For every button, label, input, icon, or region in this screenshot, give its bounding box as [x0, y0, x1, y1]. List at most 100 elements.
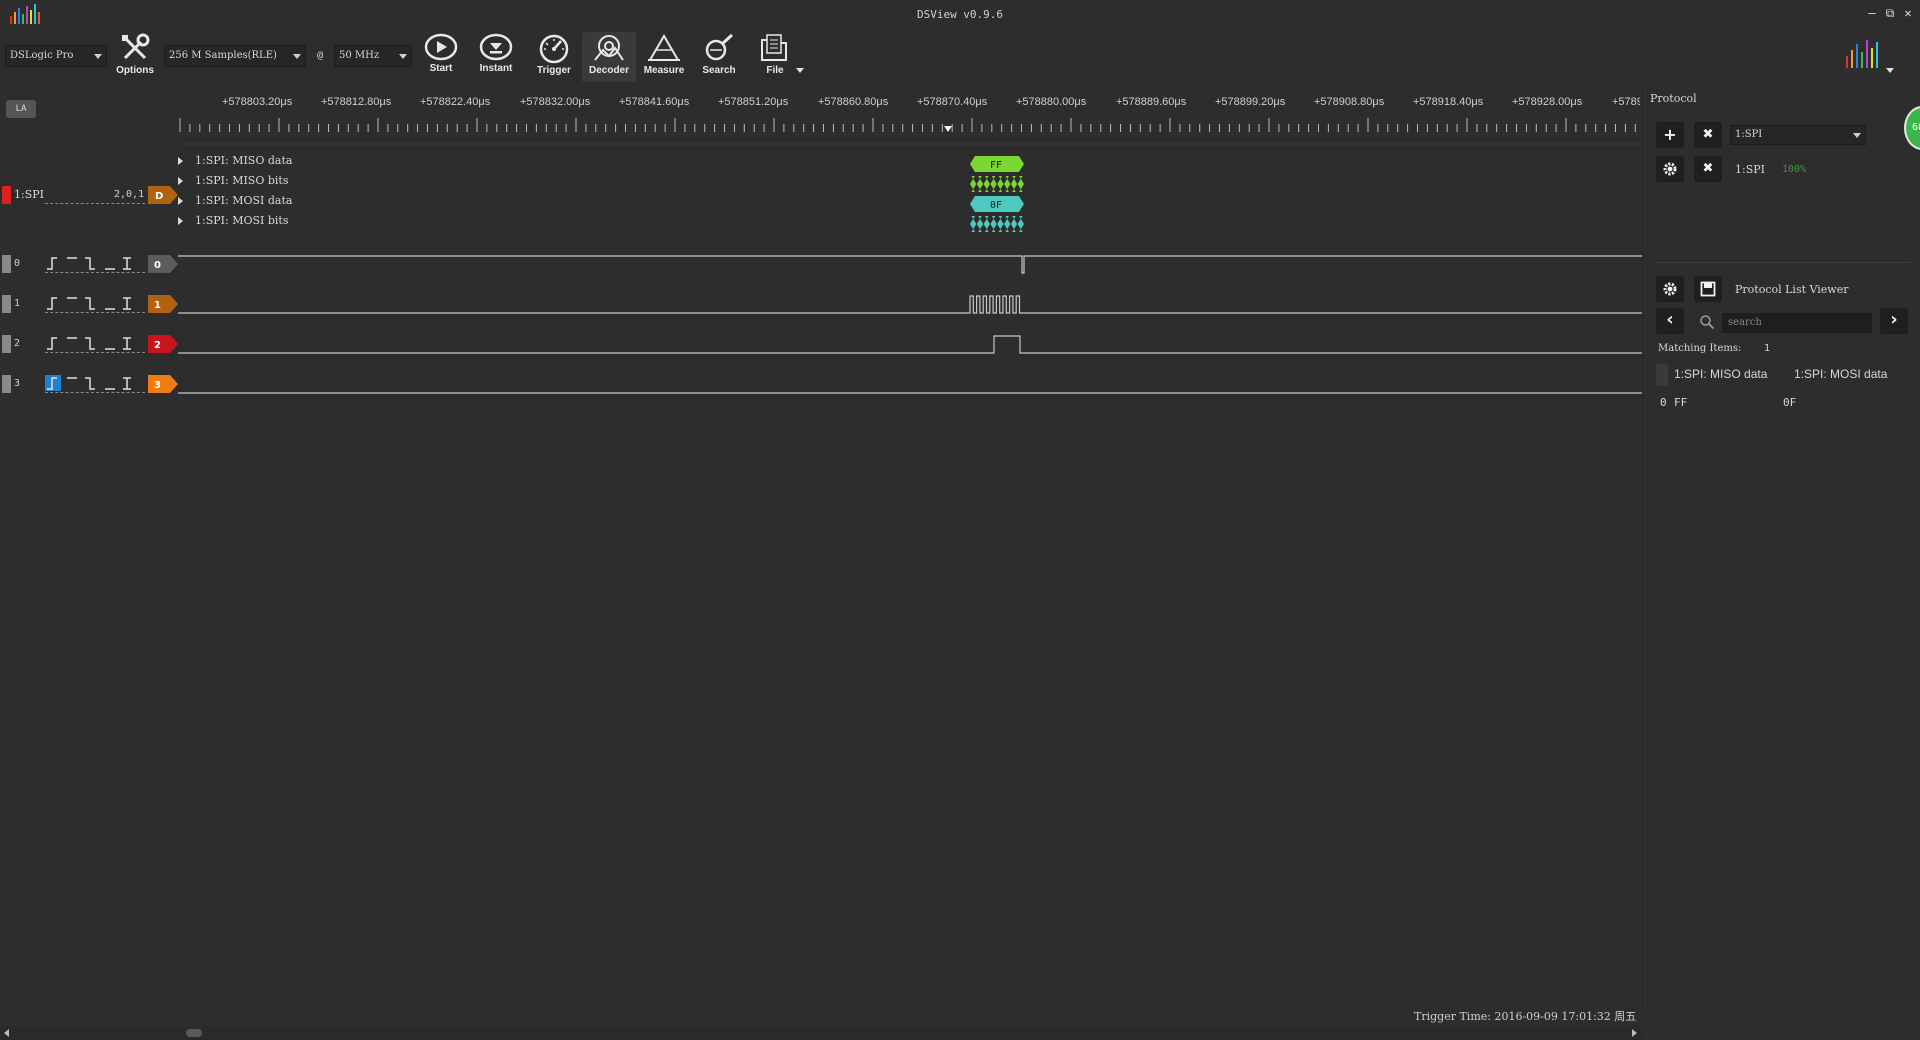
decoder-button[interactable]: Decoder	[582, 32, 636, 82]
channel-tag-label: 2	[154, 340, 161, 351]
falling-edge-icon[interactable]	[85, 257, 95, 270]
miso-bit-block[interactable]	[997, 176, 1004, 192]
cursor-marker-icon[interactable]	[944, 126, 952, 132]
decoder-tag[interactable]: D	[148, 186, 178, 204]
miso-bit-block[interactable]	[1004, 176, 1011, 192]
trigger-options[interactable]	[45, 375, 145, 391]
options-label: Options	[116, 65, 154, 76]
mosi-bit-block[interactable]	[983, 216, 990, 232]
close-button[interactable]: ✕	[1900, 5, 1916, 21]
trigger-options[interactable]	[45, 255, 145, 271]
decoder-row-miso-data[interactable]: 1:SPI: MISO data	[178, 154, 292, 167]
scroll-left-icon[interactable]	[4, 1029, 9, 1037]
miso-bit-block[interactable]	[990, 176, 997, 192]
folder-icon	[761, 34, 787, 61]
mosi-data-block[interactable]	[970, 196, 1024, 212]
search-input[interactable]: search	[1722, 313, 1872, 333]
falling-edge-icon[interactable]	[85, 297, 95, 310]
channel-tag[interactable]: 2	[148, 335, 178, 353]
any-edge-icon[interactable]	[123, 337, 131, 350]
list-column-header[interactable]: 1:SPI: MOSI data	[1794, 367, 1887, 381]
mosi-bit-block[interactable]	[1017, 216, 1024, 232]
panel-divider	[1656, 262, 1910, 263]
rising-edge-icon[interactable]	[47, 257, 57, 270]
channel-color-swatch[interactable]	[2, 375, 11, 393]
gear-icon	[1663, 162, 1677, 176]
decoder-color-swatch[interactable]	[2, 186, 11, 204]
decoder-row-miso-bits[interactable]: 1:SPI: MISO bits	[178, 174, 288, 187]
channel-tag[interactable]: 0	[148, 255, 178, 273]
channel-color-swatch[interactable]	[2, 295, 11, 313]
dotted-separator	[45, 203, 145, 204]
rate-select[interactable]: 50 MHz	[334, 45, 412, 67]
minimize-button[interactable]: –	[1864, 5, 1880, 21]
ruler-label: +578860.80μs	[818, 96, 889, 108]
list-column-header[interactable]: 1:SPI: MISO data	[1674, 367, 1767, 381]
miso-bit-block[interactable]	[1017, 176, 1024, 192]
miso-bit-block[interactable]	[1010, 176, 1018, 192]
miso-bit-block[interactable]	[983, 176, 990, 192]
trigger-options[interactable]	[45, 295, 145, 311]
device-select[interactable]: DSLogic Pro	[5, 45, 107, 67]
channel-number: 2	[14, 338, 21, 349]
gear-icon	[1663, 282, 1677, 296]
protocol-dock	[1642, 84, 1920, 1014]
menu-dropdown-icon[interactable]	[1886, 68, 1894, 73]
title-bar: DSView v0.9.6 – ⧉ ✕	[0, 0, 1920, 28]
any-edge-icon[interactable]	[123, 257, 131, 270]
mode-badge[interactable]: LA	[6, 100, 36, 118]
prev-match-button[interactable]: ‹	[1656, 308, 1684, 334]
next-match-button[interactable]: ›	[1880, 308, 1908, 334]
miso-bit-block[interactable]	[970, 176, 977, 192]
miso-data-value: FF	[990, 160, 1002, 171]
trigger-button[interactable]: Trigger	[527, 32, 581, 82]
decoder-name: 1:SPI	[14, 188, 44, 201]
horizontal-scrollbar[interactable]	[0, 1026, 1642, 1040]
row-mosi-value: 0F	[1783, 396, 1797, 409]
falling-edge-icon[interactable]	[85, 337, 95, 350]
mosi-bit-block[interactable]	[997, 216, 1004, 232]
remove-decoder-button[interactable]: ✖	[1694, 122, 1722, 148]
chevron-left-icon: ‹	[1666, 309, 1674, 330]
samples-select[interactable]: 256 M Samples(RLE)	[164, 45, 306, 67]
mosi-bit-block[interactable]	[976, 216, 984, 232]
mosi-bit-block[interactable]	[1004, 216, 1011, 232]
decoder-row-mosi-bits[interactable]: 1:SPI: MOSI bits	[178, 214, 288, 227]
mosi-bit-block[interactable]	[970, 216, 977, 232]
miso-data-block[interactable]	[970, 156, 1024, 172]
delete-decoder-button[interactable]: ✖	[1694, 156, 1722, 182]
channel-tag[interactable]: 3	[148, 375, 178, 393]
rising-edge-icon[interactable]	[47, 337, 57, 350]
options-button[interactable]: Options	[108, 32, 162, 82]
rising-edge-icon[interactable]	[47, 297, 57, 310]
mosi-bit-block[interactable]	[1010, 216, 1018, 232]
decoder-settings-button[interactable]	[1656, 156, 1684, 182]
trigger-options[interactable]	[45, 335, 145, 351]
save-list-button[interactable]	[1694, 276, 1722, 302]
scroll-right-icon[interactable]	[1632, 1029, 1637, 1037]
protocol-select-value: 1:SPI	[1735, 129, 1763, 140]
protocol-select[interactable]: 1:SPI	[1730, 125, 1866, 145]
falling-edge-icon[interactable]	[85, 377, 95, 390]
channel-tag[interactable]: 1	[148, 295, 178, 313]
list-settings-button[interactable]	[1656, 276, 1684, 302]
file-button[interactable]: File	[748, 32, 802, 82]
scroll-thumb[interactable]	[186, 1029, 202, 1037]
restore-button[interactable]: ⧉	[1882, 5, 1898, 21]
miso-bit-block[interactable]	[976, 176, 984, 192]
any-edge-icon[interactable]	[123, 297, 131, 310]
channel-color-swatch[interactable]	[2, 255, 11, 273]
file-dropdown-icon[interactable]	[796, 68, 804, 73]
add-decoder-button[interactable]: +	[1656, 122, 1684, 148]
channel-2-waveform	[178, 335, 1642, 354]
ruler-label: +578889.60μs	[1116, 96, 1187, 108]
any-edge-icon[interactable]	[123, 377, 131, 390]
ruler-label: +578880.00μs	[1016, 96, 1087, 108]
decoder-row-mosi-data[interactable]: 1:SPI: MOSI data	[178, 194, 292, 207]
start-button[interactable]: Start	[414, 32, 468, 82]
measure-button[interactable]: Measure	[637, 32, 691, 82]
mosi-bit-block[interactable]	[990, 216, 997, 232]
channel-color-swatch[interactable]	[2, 335, 11, 353]
search-button[interactable]: Search	[692, 32, 746, 82]
instant-button[interactable]: Instant	[469, 32, 523, 82]
